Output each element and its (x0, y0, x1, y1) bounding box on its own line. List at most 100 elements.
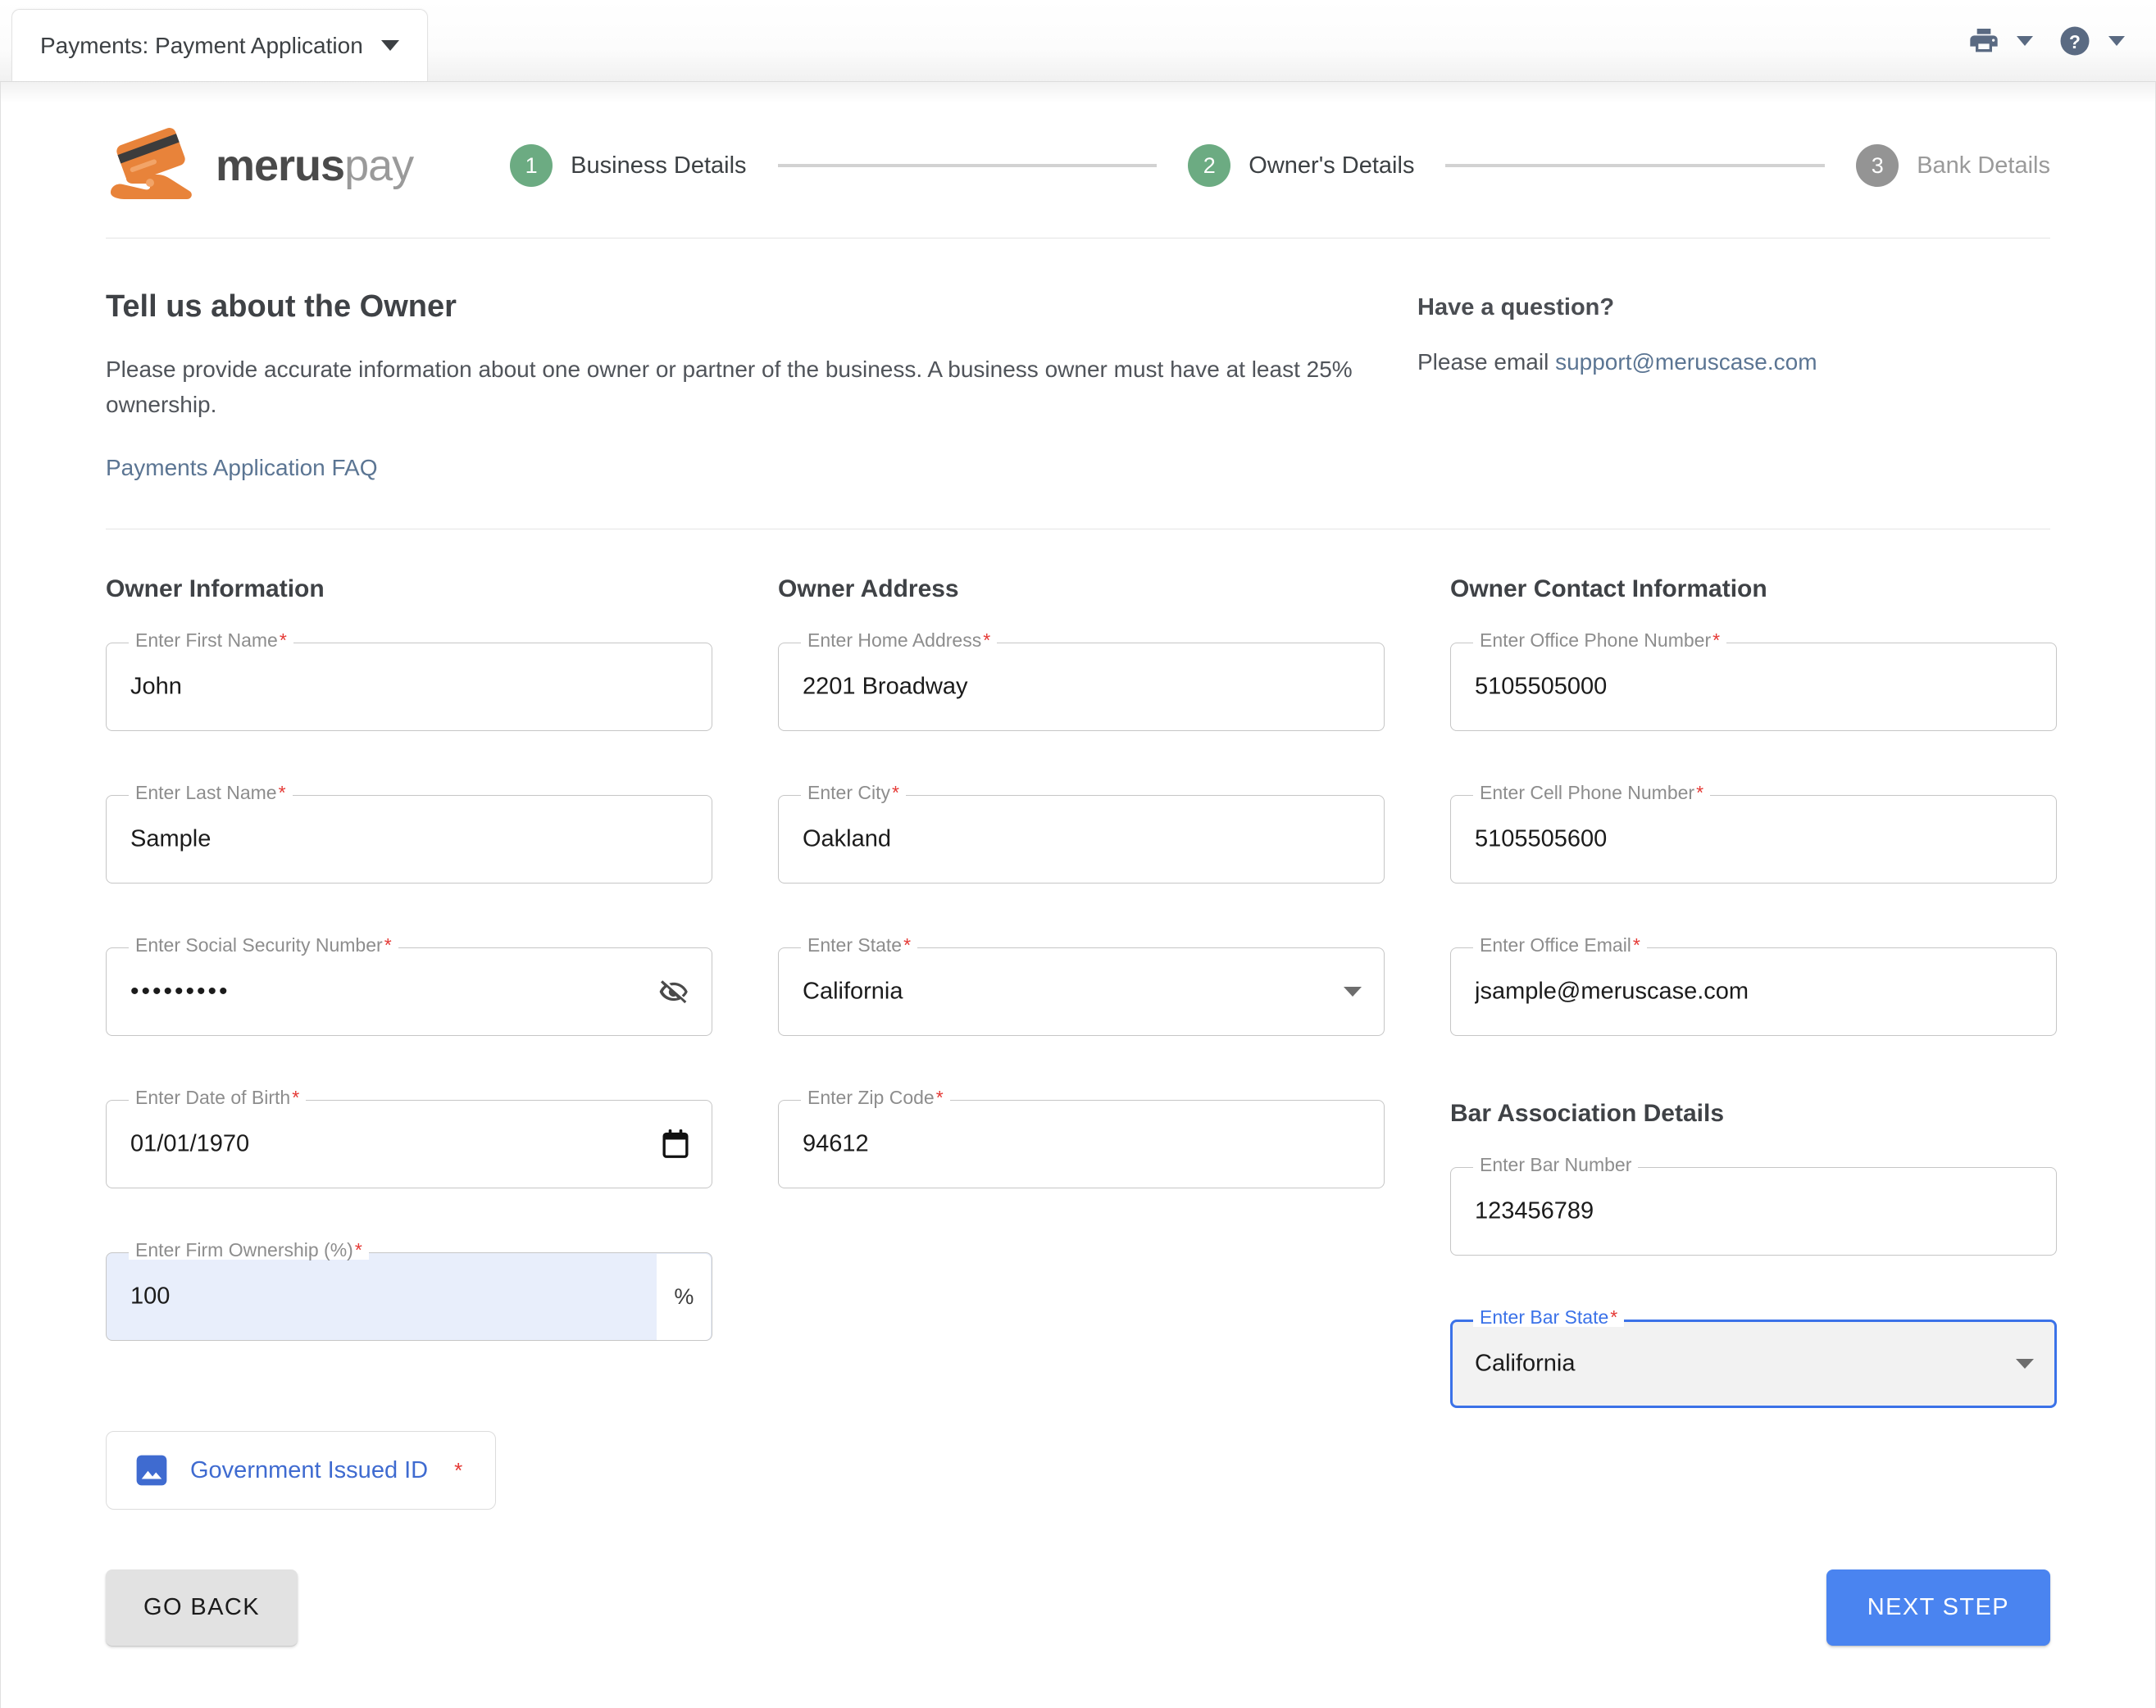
help-question-icon[interactable]: ? (2058, 24, 2092, 58)
owner-form: Owner Information Enter First Name* John… (106, 529, 2057, 1510)
step-business-details[interactable]: 1 Business Details (510, 144, 747, 187)
step-2-label: Owner's Details (1249, 152, 1415, 179)
step-connector-1 (777, 164, 1158, 167)
calendar-icon[interactable] (662, 1129, 689, 1159)
field-zip-code[interactable]: Enter Zip Code* 94612 (778, 1088, 1385, 1189)
column-owner-contact: Owner Contact Information Enter Office P… (1450, 575, 2057, 1510)
application-page: meruspay 1 Business Details 2 Owner's De… (0, 82, 2156, 1708)
help-chevron-down-icon[interactable] (2108, 35, 2125, 46)
field-zip-code-value: 94612 (803, 1130, 869, 1157)
hand-holding-credit-card-icon (111, 127, 192, 199)
required-asterisk: * (454, 1457, 463, 1483)
field-state-value: California (803, 978, 903, 1005)
eye-off-icon[interactable] (658, 976, 689, 1007)
field-office-phone-label: Enter Office Phone Number* (1473, 631, 1727, 651)
required-asterisk: * (278, 782, 286, 804)
print-control-group[interactable] (1967, 25, 2033, 57)
chevron-down-icon[interactable] (380, 40, 399, 51)
field-bar-number-value: 123456789 (1475, 1197, 1594, 1224)
field-last-name[interactable]: Enter Last Name* Sample (106, 784, 712, 884)
step-3-label: Bank Details (1917, 152, 2051, 179)
faq-link[interactable]: Payments Application FAQ (106, 455, 378, 480)
bar-association-title: Bar Association Details (1450, 1100, 1724, 1128)
step-connector-2 (1445, 164, 1826, 167)
required-asterisk: * (1632, 934, 1640, 956)
field-ssn-label: Enter Social Security Number* (129, 936, 398, 956)
active-tab[interactable]: Payments: Payment Application (11, 9, 428, 81)
government-issued-id-upload-button[interactable]: Government Issued ID * (106, 1431, 497, 1510)
field-home-address[interactable]: Enter Home Address* 2201 Broadway (778, 631, 1385, 732)
chevron-down-icon[interactable] (1344, 987, 1362, 997)
step-1-number: 1 (510, 144, 553, 187)
field-office-phone[interactable]: Enter Office Phone Number* 5105505000 (1450, 631, 2057, 732)
field-office-phone-value: 5105505000 (1475, 673, 1608, 700)
required-asterisk: * (354, 1239, 362, 1261)
help-control-group[interactable]: ? (2058, 24, 2125, 58)
step-bank-details[interactable]: 3 Bank Details (1856, 144, 2050, 187)
field-bar-number-label: Enter Bar Number (1473, 1156, 1639, 1175)
intro-left: Tell us about the Owner Please provide a… (106, 289, 1385, 481)
required-asterisk: * (983, 629, 991, 652)
svg-text:?: ? (2069, 30, 2081, 52)
field-bar-number[interactable]: Enter Bar Number 123456789 (1450, 1156, 2057, 1256)
go-back-button[interactable]: GO BACK (106, 1569, 298, 1646)
percent-suffix: % (657, 1253, 712, 1340)
field-city[interactable]: Enter City* Oakland (778, 784, 1385, 884)
field-bar-state-label: Enter Bar State* (1473, 1308, 1625, 1328)
toolbar-right: ? (1967, 24, 2125, 58)
field-home-address-label: Enter Home Address* (801, 629, 998, 652)
field-office-email-label: Enter Office Email* (1473, 934, 1647, 956)
field-office-email[interactable]: Enter Office Email* jsample@meruscase.co… (1450, 936, 2057, 1037)
field-cell-phone-value: 5105505600 (1475, 825, 1608, 852)
required-asterisk: * (935, 1087, 944, 1109)
owner-contact-title: Owner Contact Information (1450, 575, 1767, 603)
field-state-label: Enter State* (801, 934, 918, 956)
field-social-security-number[interactable]: Enter Social Security Number* ••••••••• (106, 936, 712, 1037)
chevron-down-icon[interactable] (2016, 1359, 2034, 1370)
next-step-button[interactable]: NEXT STEP (1826, 1569, 2050, 1646)
field-ssn-value: ••••••••• (130, 978, 230, 1006)
government-issued-id-label: Government Issued ID (190, 1456, 429, 1483)
help-text: Please email support@meruscase.com (1417, 349, 1958, 375)
page-header: meruspay 1 Business Details 2 Owner's De… (106, 82, 2050, 238)
step-owners-details[interactable]: 2 Owner's Details (1188, 144, 1414, 187)
field-first-name[interactable]: Enter First Name* John (106, 631, 712, 732)
field-bar-state[interactable]: Enter Bar State* California (1450, 1308, 2057, 1409)
step-1-label: Business Details (571, 152, 747, 179)
field-last-name-label: Enter Last Name* (129, 782, 293, 804)
tab-title: Payments: Payment Application (40, 32, 363, 58)
progress-stepper: 1 Business Details 2 Owner's Details 3 B… (510, 144, 2050, 187)
date-picker-button[interactable] (662, 1129, 689, 1159)
form-footer: GO BACK NEXT STEP (106, 1569, 2050, 1646)
state-dropdown-toggle[interactable] (1344, 987, 1362, 997)
field-firm-ownership[interactable]: Enter Firm Ownership (%)* 100 % (106, 1241, 712, 1342)
required-asterisk: * (292, 1087, 300, 1109)
required-asterisk: * (279, 629, 287, 652)
step-3-number: 3 (1856, 144, 1899, 187)
column-owner-address: Owner Address Enter Home Address* 2201 B… (778, 575, 1385, 1510)
required-asterisk: * (891, 782, 899, 804)
field-office-email-value: jsample@meruscase.com (1475, 978, 1749, 1005)
meruspay-logo: meruspay (106, 122, 414, 209)
field-first-name-label: Enter First Name* (129, 629, 293, 652)
field-state[interactable]: Enter State* California (778, 936, 1385, 1037)
bar-state-dropdown-toggle[interactable] (2016, 1359, 2034, 1370)
required-asterisk: * (1696, 782, 1704, 804)
ssn-visibility-toggle[interactable] (658, 976, 689, 1007)
step-2-number: 2 (1188, 144, 1231, 187)
page-title: Tell us about the Owner (106, 289, 457, 324)
field-city-label: Enter City* (801, 782, 906, 804)
brand-name-bold: merus (216, 141, 345, 190)
help-text-prefix: Please email (1417, 349, 1556, 375)
printer-icon[interactable] (1967, 25, 2000, 57)
support-email-link[interactable]: support@meruscase.com (1555, 349, 1817, 375)
help-panel: Have a question? Please email support@me… (1385, 289, 1958, 481)
required-asterisk: * (903, 934, 912, 956)
field-cell-phone[interactable]: Enter Cell Phone Number* 5105505600 (1450, 784, 2057, 884)
brand-wordmark: meruspay (216, 140, 414, 191)
field-firm-ownership-label: Enter Firm Ownership (%)* (129, 1239, 369, 1261)
field-date-of-birth[interactable]: Enter Date of Birth* 01/01/1970 (106, 1088, 712, 1189)
print-chevron-down-icon[interactable] (2017, 35, 2033, 46)
field-firm-ownership-value: 100 (130, 1283, 171, 1310)
field-cell-phone-label: Enter Cell Phone Number* (1473, 782, 1711, 804)
